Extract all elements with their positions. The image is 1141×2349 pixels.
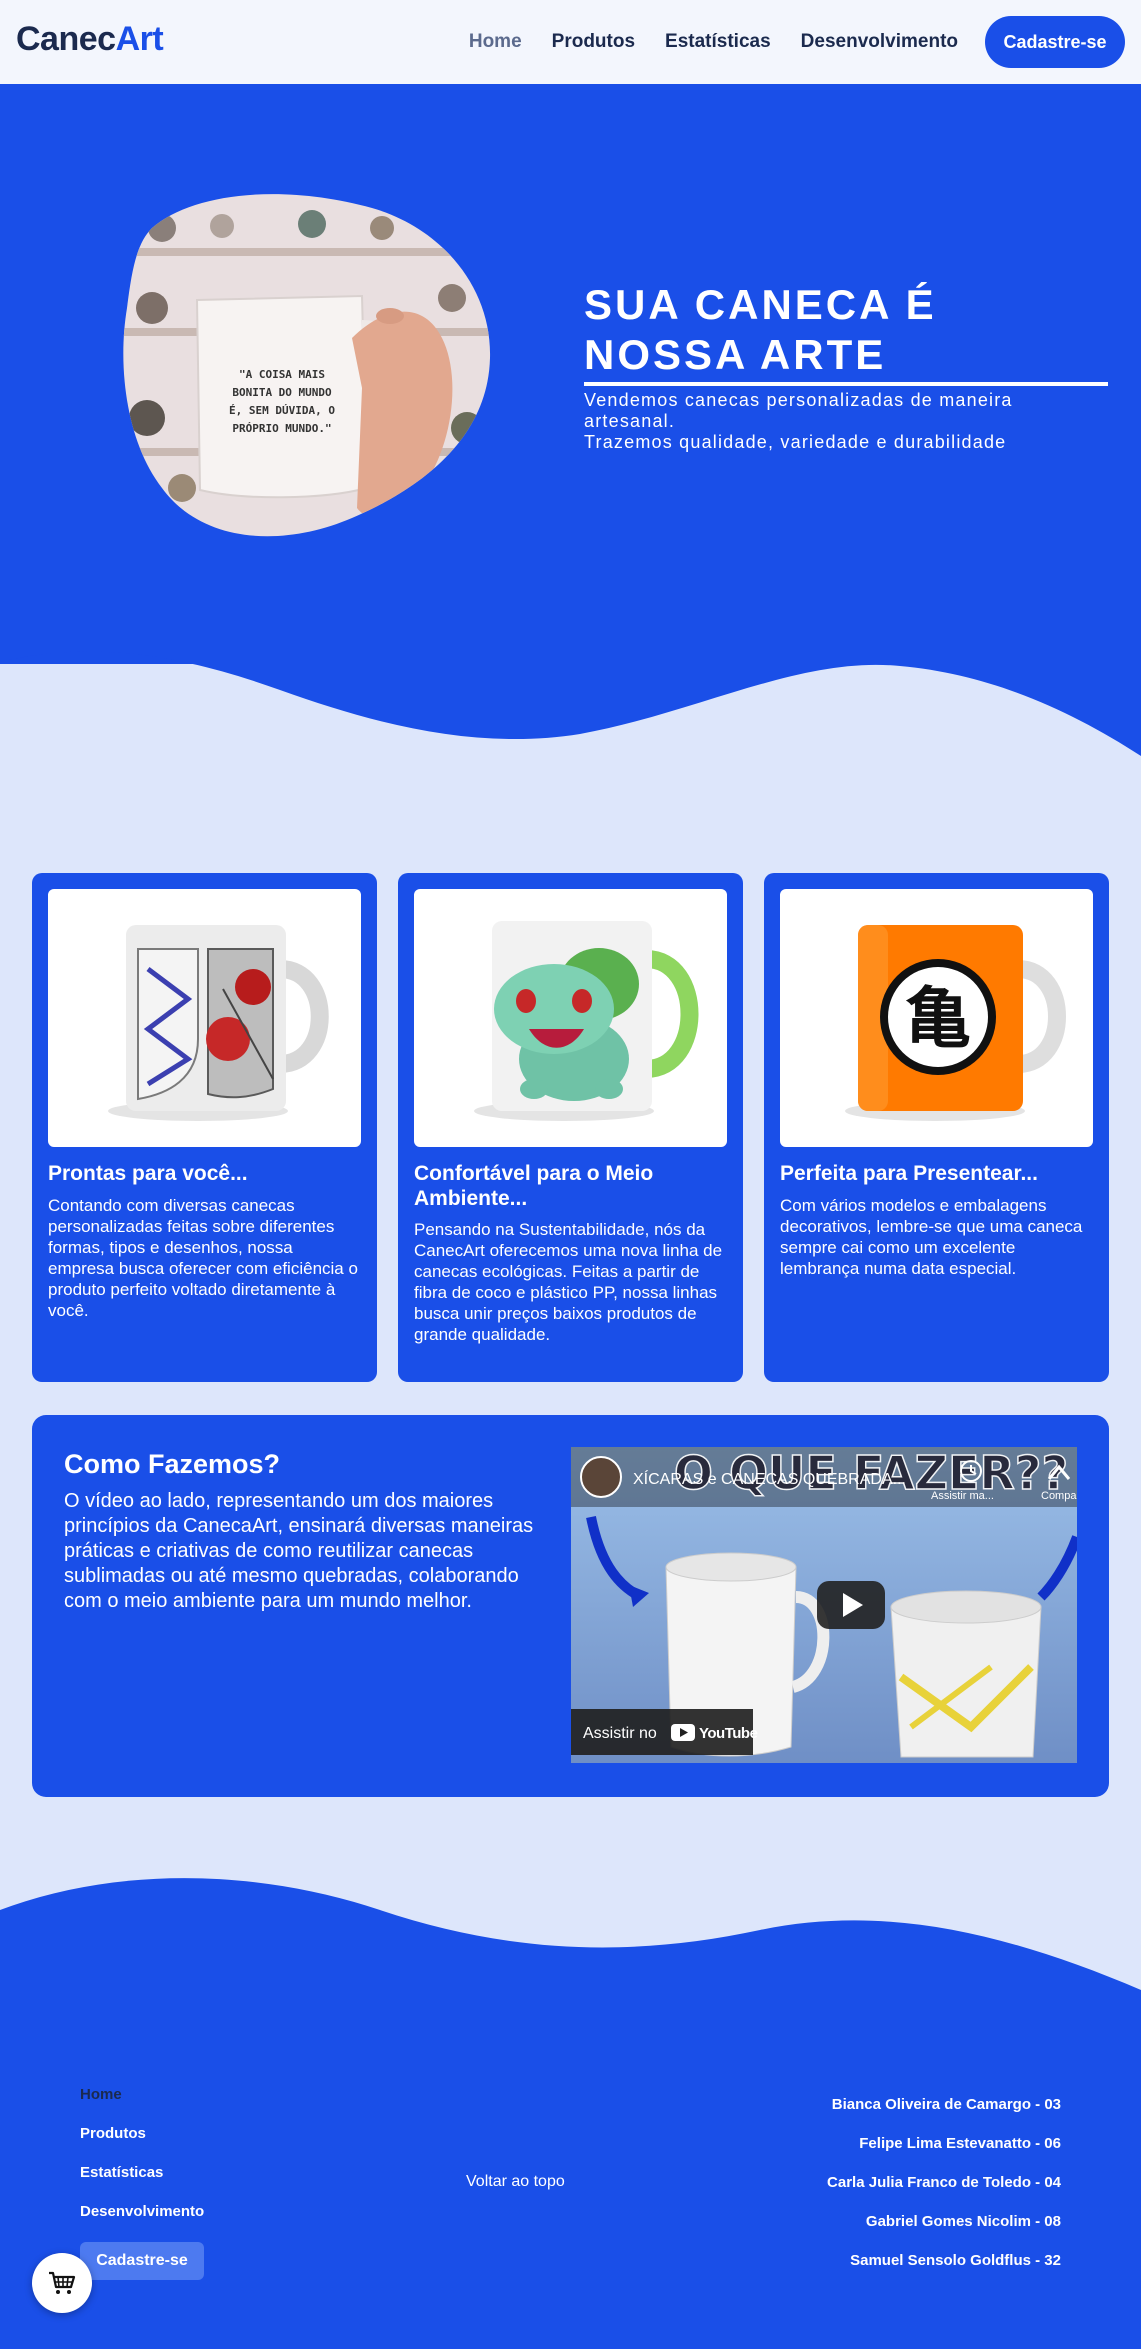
youtube-video-embed[interactable]: O QUE FAZER?? XÍCARAS e CANECAS QUEBRADA… (571, 1447, 1077, 1763)
hero-subtitle-line-2: Trazemos qualidade, variedade e durabili… (584, 432, 1007, 452)
signup-button[interactable]: Cadastre-se (985, 16, 1125, 68)
feature-card-eco: Confortável para o Meio Ambiente... Pens… (398, 873, 743, 1382)
card-text: Pensando na Sustentabilidade, nós da Can… (414, 1220, 723, 1344)
team-member: Felipe Lima Estevanatto - 06 (859, 2135, 1061, 2152)
play-icon[interactable] (817, 1581, 885, 1629)
hero-subtitle-line-1: Vendemos canecas personalizadas de manei… (584, 390, 1013, 431)
card-title: Confortável para o Meio Ambiente... (414, 1162, 654, 1210)
card-image-attack-titan-mug (48, 889, 361, 1147)
back-to-top-link[interactable]: Voltar ao topo (466, 2173, 565, 2191)
footer-link-home[interactable]: Home (80, 2085, 204, 2124)
svg-text:"A COISA MAIS: "A COISA MAIS (239, 368, 325, 381)
card-text: Com vários modelos e embalagens decorati… (780, 1196, 1083, 1278)
team-member: Carla Julia Franco de Toledo - 04 (827, 2174, 1061, 2191)
top-navbar: CanecArt Home Produtos Estatísticas Dese… (0, 0, 1141, 84)
svg-text:BONITA DO MUNDO: BONITA DO MUNDO (232, 386, 332, 399)
svg-text:PRÓPRIO MUNDO.": PRÓPRIO MUNDO." (232, 422, 331, 435)
logo-part-2: Art (115, 20, 164, 58)
nav-link-estatisticas[interactable]: Estatísticas (665, 31, 771, 53)
cart-button[interactable] (32, 2253, 92, 2313)
youtube-label: YouTube (699, 1725, 758, 1742)
how-title: Como Fazemos? (64, 1449, 281, 1479)
hero-subtitle: Vendemos canecas personalizadas de manei… (584, 390, 1084, 453)
footer-link-desenvolvimento[interactable]: Desenvolvimento (80, 2202, 204, 2241)
card-text: Contando com diversas canecas personaliz… (48, 1196, 358, 1320)
card-image-bulbasaur-mug (414, 889, 727, 1147)
team-member: Samuel Sensolo Goldflus - 32 (850, 2252, 1061, 2269)
video-title: XÍCARAS e CANECAS QUEBRADA... (633, 1469, 906, 1488)
watch-later-label: Assistir ma... (931, 1490, 994, 1502)
footer-link-estatisticas[interactable]: Estatísticas (80, 2163, 204, 2202)
footer-link-produtos[interactable]: Produtos (80, 2124, 204, 2163)
hero-title: SUA CANECA É NOSSA ARTE (584, 280, 1108, 386)
nav-links: Home Produtos Estatísticas Desenvolvimen… (469, 0, 958, 84)
cart-icon (49, 2271, 76, 2294)
team-members-list: Bianca Oliveira de Camargo - 03 Felipe L… (827, 2095, 1061, 2290)
footer-links: Home Produtos Estatísticas Desenvolvimen… (80, 2085, 204, 2241)
share-label: Compar... (1041, 1490, 1077, 1502)
logo[interactable]: CanecArt (16, 20, 164, 59)
team-member: Bianca Oliveira de Camargo - 03 (831, 2096, 1061, 2113)
watch-on-label: Assistir no (583, 1725, 657, 1742)
feature-card-ready: Prontas para você... Contando com divers… (32, 873, 377, 1382)
kame-kanji: 亀 (905, 980, 971, 1057)
svg-text:É, SEM DÚVIDA, O: É, SEM DÚVIDA, O (229, 404, 335, 417)
nav-link-produtos[interactable]: Produtos (552, 31, 635, 53)
team-member: Gabriel Gomes Nicolim - 08 (865, 2213, 1061, 2230)
nav-link-desenvolvimento[interactable]: Desenvolvimento (801, 31, 958, 53)
hero-wave (0, 600, 1141, 756)
how-we-do-section: Como Fazemos? O vídeo ao lado, represent… (32, 1415, 1109, 1797)
logo-part-1: Canec (16, 20, 116, 58)
card-title: Perfeita para Presentear... (780, 1162, 1038, 1185)
watch-on-youtube-button[interactable]: Assistir no YouTube (571, 1709, 758, 1755)
card-title: Prontas para você... (48, 1162, 248, 1185)
channel-avatar (580, 1456, 622, 1498)
how-text: O vídeo ao lado, representando um dos ma… (64, 1490, 534, 1612)
hero-mug-photo: "A COISA MAIS BONITA DO MUNDO É, SEM DÚV… (123, 194, 491, 537)
footer-signup-button[interactable]: Cadastre-se (80, 2242, 204, 2280)
nav-link-home[interactable]: Home (469, 31, 522, 53)
card-image-kame-mug: 亀 (780, 889, 1093, 1147)
feature-card-gift: 亀 Perfeita para Presentear... Com vários… (764, 873, 1109, 1382)
